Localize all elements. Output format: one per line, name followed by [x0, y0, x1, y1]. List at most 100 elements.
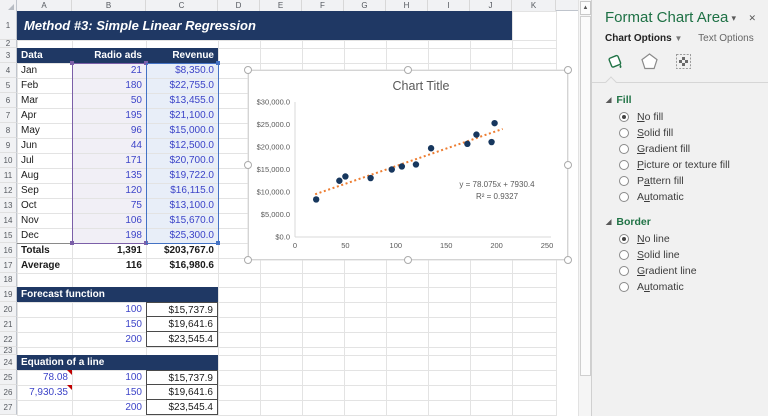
cell-b22[interactable]: 200 [72, 332, 146, 347]
chart-resize-handle[interactable] [244, 161, 252, 169]
vertical-scrollbar[interactable]: ▲ [578, 0, 591, 416]
cell-b20[interactable]: 100 [72, 302, 146, 317]
cell-b15[interactable]: 198 [72, 228, 146, 243]
y-tick-label[interactable]: $25,000.0 [257, 120, 290, 129]
data-point[interactable] [367, 174, 374, 182]
fill-line-bucket-icon[interactable] [605, 52, 625, 77]
tab-text-options[interactable]: Text Options [698, 33, 754, 44]
cell-c14[interactable]: $15,670.0 [146, 213, 218, 228]
cell-c8[interactable]: $15,000.0 [146, 123, 218, 138]
radio-unselected[interactable] [619, 282, 629, 292]
cell-c20[interactable]: $15,737.9 [146, 302, 218, 317]
data-point[interactable] [336, 177, 343, 184]
column-header-b[interactable]: B [72, 0, 146, 11]
radio-unselected[interactable] [619, 250, 629, 260]
select-all-corner[interactable] [0, 0, 17, 11]
row-header-23[interactable]: 23 [0, 347, 17, 355]
option-gradient-fill[interactable]: Gradient fill [592, 141, 768, 157]
column-header-h[interactable]: H [386, 0, 428, 11]
forecast-header-cell[interactable]: Forecast function [17, 287, 218, 302]
cell-b5[interactable]: 180 [72, 78, 146, 93]
cell-c12[interactable]: $16,115.0 [146, 183, 218, 198]
row-header-25[interactable]: 25 [0, 370, 17, 385]
row-header-21[interactable]: 21 [0, 317, 17, 332]
cell-b13[interactable]: 75 [72, 198, 146, 213]
cell-c21[interactable]: $19,641.6 [146, 317, 218, 332]
cell-b3[interactable]: Radio ads [72, 48, 146, 63]
effects-pentagon-icon[interactable] [640, 52, 659, 76]
cell-a9[interactable]: Jun [17, 138, 72, 153]
pane-menu-icon[interactable]: ▾ [731, 13, 736, 24]
trendline-r2-label[interactable]: R² = 0.9327 [476, 192, 519, 201]
row-header-16[interactable]: 16 [0, 243, 17, 258]
scroll-up-arrow-icon[interactable]: ▲ [580, 1, 591, 15]
section-header-border[interactable]: ◢ Border [592, 205, 768, 231]
sheet-title-cell[interactable]: Method #3: Simple Linear Regression [17, 11, 512, 40]
radio-unselected[interactable] [619, 128, 629, 138]
row-header-2[interactable]: 2 [0, 40, 17, 48]
row-header-14[interactable]: 14 [0, 213, 17, 228]
cell-b9[interactable]: 44 [72, 138, 146, 153]
data-point[interactable] [312, 196, 320, 203]
column-header-k[interactable]: K [512, 0, 556, 11]
x-tick-label[interactable]: 0 [293, 241, 297, 250]
option-automatic[interactable]: Automatic [592, 279, 768, 295]
row-header-18[interactable]: 18 [0, 273, 17, 287]
chart-resize-handle[interactable] [404, 256, 412, 264]
range-resize-handle[interactable] [216, 241, 220, 245]
scrollbar-thumb[interactable] [580, 16, 591, 376]
radio-unselected[interactable] [619, 192, 629, 202]
cell-b26[interactable]: 150 [72, 385, 146, 400]
range-resize-handle[interactable] [144, 61, 148, 65]
spreadsheet-grid[interactable]: ABCDEFGHIJK 1 2 3 4 5 6 7 8 9 10 11 12 13 14 15 16 17 18 1… [0, 0, 578, 416]
tab-chart-options[interactable]: Chart Options ▼ [605, 33, 682, 44]
x-tick-label[interactable]: 150 [440, 241, 453, 250]
row-header-22[interactable]: 22 [0, 332, 17, 347]
cell-b17[interactable]: 116 [72, 258, 146, 273]
cell-b10[interactable]: 171 [72, 153, 146, 168]
cell-c10[interactable]: $20,700.0 [146, 153, 218, 168]
cell-a3[interactable]: Data [17, 48, 72, 63]
cell-a8[interactable]: May [17, 123, 72, 138]
y-tick-label[interactable]: $10,000.0 [257, 188, 290, 197]
row-header-17[interactable]: 17 [0, 258, 17, 273]
range-resize-handle[interactable] [70, 61, 74, 65]
column-header-i[interactable]: I [428, 0, 470, 11]
radio-unselected[interactable] [619, 176, 629, 186]
cell-c17[interactable]: $16,980.6 [146, 258, 218, 273]
y-tick-label[interactable]: $5,000.0 [261, 210, 290, 219]
cell-a14[interactable]: Nov [17, 213, 72, 228]
column-header-d[interactable]: D [218, 0, 260, 11]
cell-a11[interactable]: Aug [17, 168, 72, 183]
cell-a26[interactable]: 7,930.35 [17, 385, 72, 400]
x-tick-label[interactable]: 100 [390, 241, 403, 250]
column-header-c[interactable]: C [146, 0, 218, 11]
y-tick-label[interactable]: $15,000.0 [257, 165, 290, 174]
y-tick-label[interactable]: $20,000.0 [257, 143, 290, 152]
cell-a7[interactable]: Apr [17, 108, 72, 123]
cell-c4[interactable]: $8,350.0 [146, 63, 218, 78]
radio-selected[interactable] [619, 234, 629, 244]
row-header-20[interactable]: 20 [0, 302, 17, 317]
chart-resize-handle[interactable] [564, 256, 572, 264]
option-picture-or-texture-fill[interactable]: Picture or texture fill [592, 157, 768, 173]
radio-unselected[interactable] [619, 266, 629, 276]
cell-b6[interactable]: 50 [72, 93, 146, 108]
cell-b11[interactable]: 135 [72, 168, 146, 183]
cell-b12[interactable]: 120 [72, 183, 146, 198]
cell-c7[interactable]: $21,100.0 [146, 108, 218, 123]
cell-a16[interactable]: Totals [17, 243, 72, 258]
y-tick-label[interactable]: $0.0 [275, 233, 290, 242]
cell-a15[interactable]: Dec [17, 228, 72, 243]
option-pattern-fill[interactable]: Pattern fill [592, 173, 768, 189]
data-point[interactable] [412, 161, 420, 168]
x-tick-label[interactable]: 200 [490, 241, 503, 250]
row-header-15[interactable]: 15 [0, 228, 17, 243]
option-solid-fill[interactable]: Solid fill [592, 125, 768, 141]
size-properties-icon[interactable] [674, 52, 693, 76]
row-header-6[interactable]: 6 [0, 93, 17, 108]
cell-c3[interactable]: Revenue [146, 48, 218, 63]
chart-object[interactable]: Chart Title $0.0 $5,000.0 $10,000.0 $15,000.… [244, 66, 572, 264]
cell-a4[interactable]: Jan [17, 63, 72, 78]
option-no-fill[interactable]: No fill [592, 109, 768, 125]
